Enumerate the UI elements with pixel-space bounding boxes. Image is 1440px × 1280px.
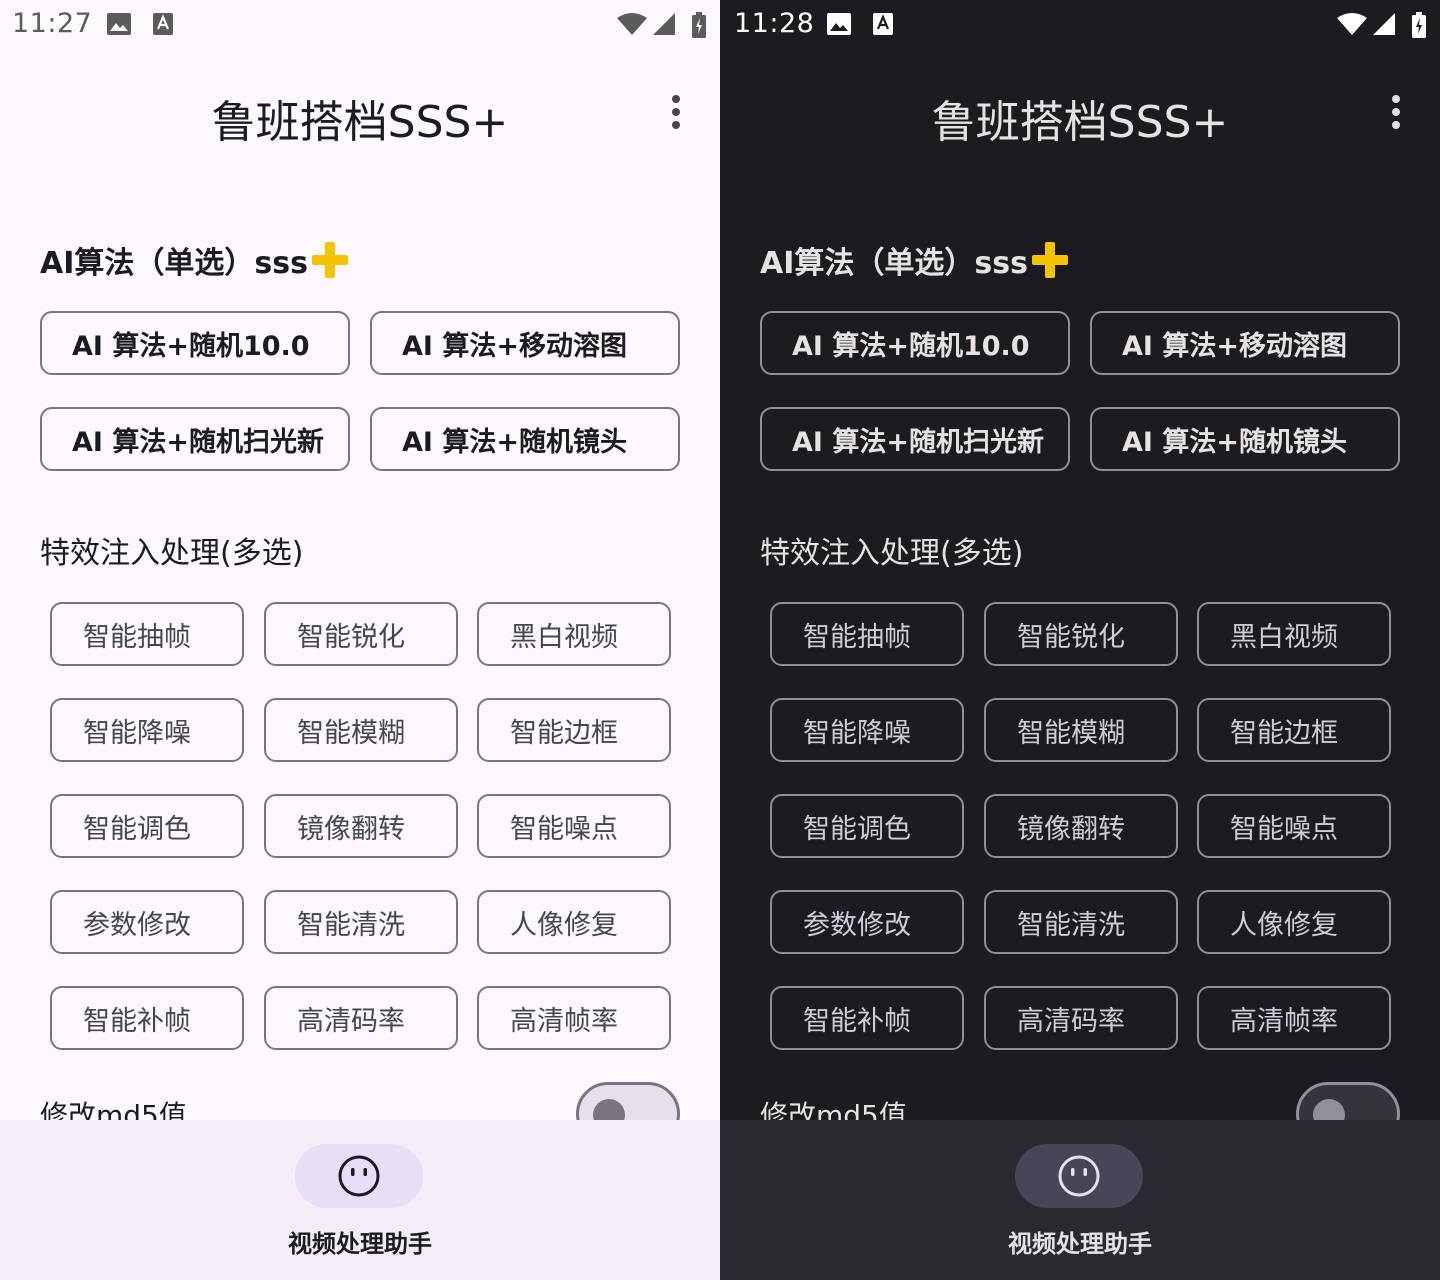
fx-option[interactable]: 高清码率 <box>984 986 1178 1050</box>
fx-option[interactable]: 智能调色 <box>50 794 244 858</box>
wifi-icon <box>1337 13 1367 35</box>
face-icon <box>1058 1155 1100 1197</box>
ai-section-title: AI算法（单选）sss <box>760 238 1070 282</box>
signal-icon <box>1373 13 1395 35</box>
fx-option[interactable]: 智能模糊 <box>984 698 1178 762</box>
status-bar: 11:28 <box>720 0 1440 50</box>
fx-option[interactable]: 高清码率 <box>264 986 458 1050</box>
fx-option[interactable]: 智能边框 <box>477 698 671 762</box>
nav-item-video-helper[interactable]: 视频处理助手 <box>0 1120 720 1280</box>
nav-item-video-helper[interactable]: 视频处理助手 <box>720 1120 1440 1280</box>
ai-option-move-blend[interactable]: AI 算法+移动溶图 <box>1090 311 1400 375</box>
plus-icon <box>311 242 348 278</box>
fx-option[interactable]: 高清帧率 <box>1197 986 1391 1050</box>
signal-icon <box>653 13 675 35</box>
battery-icon <box>692 12 706 38</box>
image-icon <box>827 13 851 35</box>
fx-option[interactable]: 智能边框 <box>1197 698 1391 762</box>
fx-option[interactable]: 智能抽帧 <box>770 602 964 666</box>
fx-option[interactable]: 智能补帧 <box>50 986 244 1050</box>
fx-option[interactable]: 镜像翻转 <box>984 794 1178 858</box>
fx-option[interactable]: 智能锐化 <box>264 602 458 666</box>
fx-option[interactable]: 智能模糊 <box>264 698 458 762</box>
status-time: 11:27 <box>12 8 93 39</box>
fx-option[interactable]: 智能锐化 <box>984 602 1178 666</box>
ai-option-random-lens[interactable]: AI 算法+随机镜头 <box>370 407 680 471</box>
a-badge-icon <box>153 13 173 35</box>
fx-option[interactable]: 智能抽帧 <box>50 602 244 666</box>
more-vert-icon[interactable] <box>1380 92 1412 132</box>
more-vert-icon[interactable] <box>660 92 692 132</box>
bottom-nav: 视频处理助手 <box>720 1120 1440 1280</box>
screen-dark: 11:28 鲁班搭档SSS+ AI算法（单选）sss AI 算法+随机10.0 <box>720 0 1440 1280</box>
fx-section-title: 特效注入处理(多选) <box>760 536 1024 571</box>
nav-label: 视频处理助手 <box>288 1230 432 1258</box>
fx-option[interactable]: 人像修复 <box>477 890 671 954</box>
fx-option[interactable]: 智能清洗 <box>984 890 1178 954</box>
fx-section-title: 特效注入处理(多选) <box>40 536 304 571</box>
ai-option-random[interactable]: AI 算法+随机10.0 <box>760 311 1070 375</box>
bottom-nav: 视频处理助手 <box>0 1120 720 1280</box>
plus-icon <box>1031 242 1068 278</box>
nav-indicator <box>295 1144 423 1208</box>
fx-option[interactable]: 智能降噪 <box>50 698 244 762</box>
nav-label: 视频处理助手 <box>1008 1230 1152 1258</box>
screen-light: 11:27 鲁班搭档SSS+ AI算法（单选）sss AI 算法+随机10.0 <box>0 0 720 1280</box>
status-bar: 11:27 <box>0 0 720 50</box>
fx-option[interactable]: 参数修改 <box>50 890 244 954</box>
nav-indicator <box>1015 1144 1143 1208</box>
ai-option-random-sweep[interactable]: AI 算法+随机扫光新 <box>760 407 1070 471</box>
fx-option[interactable]: 智能补帧 <box>770 986 964 1050</box>
ai-option-move-blend[interactable]: AI 算法+移动溶图 <box>370 311 680 375</box>
ai-option-random-lens[interactable]: AI 算法+随机镜头 <box>1090 407 1400 471</box>
app-title: 鲁班搭档SSS+ <box>211 97 509 148</box>
status-time: 11:28 <box>734 8 815 39</box>
app-title: 鲁班搭档SSS+ <box>931 97 1229 148</box>
image-icon <box>107 13 131 35</box>
face-icon <box>338 1155 380 1197</box>
fx-option[interactable]: 参数修改 <box>770 890 964 954</box>
fx-option[interactable]: 智能噪点 <box>1197 794 1391 858</box>
fx-option[interactable]: 黑白视频 <box>1197 602 1391 666</box>
ai-section-title: AI算法（单选）sss <box>40 238 350 282</box>
ai-option-random-sweep[interactable]: AI 算法+随机扫光新 <box>40 407 350 471</box>
battery-icon <box>1412 12 1426 38</box>
fx-option[interactable]: 智能噪点 <box>477 794 671 858</box>
ai-section-label: AI算法（单选）sss <box>40 246 308 281</box>
fx-option[interactable]: 高清帧率 <box>477 986 671 1050</box>
a-badge-icon <box>873 13 893 35</box>
fx-option[interactable]: 智能清洗 <box>264 890 458 954</box>
ai-option-random[interactable]: AI 算法+随机10.0 <box>40 311 350 375</box>
wifi-icon <box>617 13 647 35</box>
fx-option[interactable]: 智能降噪 <box>770 698 964 762</box>
fx-option[interactable]: 镜像翻转 <box>264 794 458 858</box>
fx-option[interactable]: 人像修复 <box>1197 890 1391 954</box>
fx-option[interactable]: 智能调色 <box>770 794 964 858</box>
ai-section-label: AI算法（单选）sss <box>760 246 1028 281</box>
fx-option[interactable]: 黑白视频 <box>477 602 671 666</box>
